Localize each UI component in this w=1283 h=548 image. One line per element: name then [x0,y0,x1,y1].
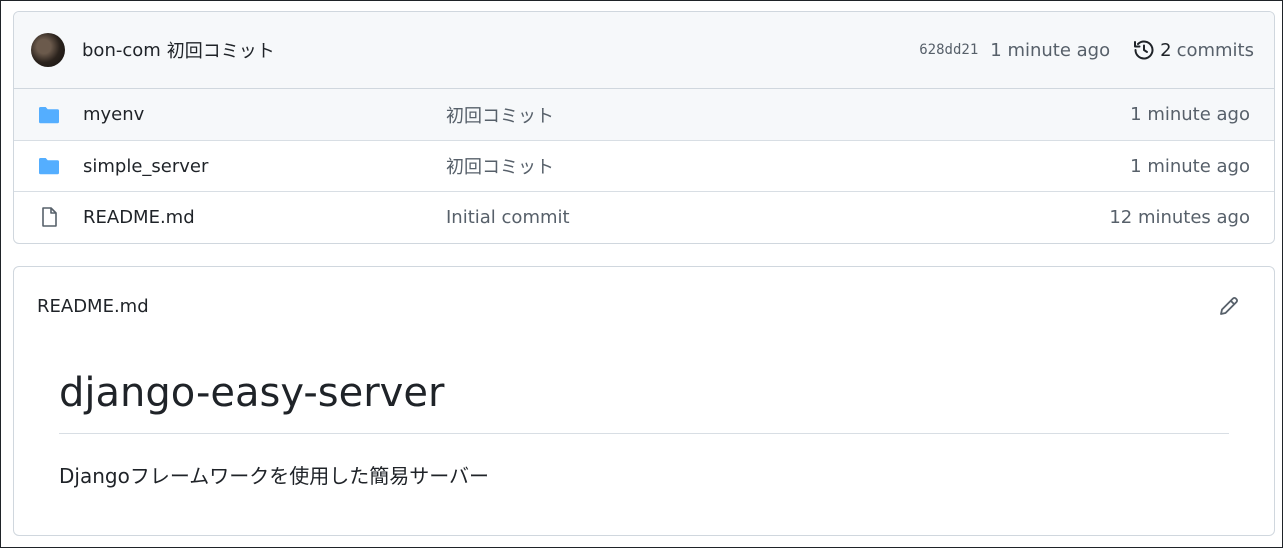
readme-panel: README.md django-easy-server Djangoフレームワ… [13,266,1275,536]
file-row[interactable]: README.md Initial commit 12 minutes ago [14,191,1274,242]
file-name-link[interactable]: README.md [83,207,195,228]
file-name-link[interactable]: myenv [83,104,144,125]
readme-header: README.md [14,267,1274,345]
folder-icon [39,106,59,123]
file-time: 12 minutes ago [1109,206,1250,228]
commits-history-link[interactable]: 2 commits [1132,38,1254,62]
history-icon [1134,40,1154,60]
file-row[interactable]: simple_server 初回コミット 1 minute ago [14,140,1274,191]
file-commit-message-link[interactable]: Initial commit [446,207,570,228]
file-commit-message-link[interactable]: 初回コミット [446,153,554,179]
file-name-link[interactable]: simple_server [83,156,208,177]
pencil-icon[interactable] [1217,294,1241,318]
readme-filename: README.md [37,295,149,317]
avatar[interactable] [31,33,65,67]
file-time: 1 minute ago [1130,104,1250,125]
file-commit-message-link[interactable]: 初回コミット [446,102,554,128]
file-browser: bon-com 初回コミット 628dd21 1 minute ago 2 co… [13,11,1275,244]
readme-description: Djangoフレームワークを使用した簡易サーバー [59,464,490,488]
latest-commit-bar: bon-com 初回コミット 628dd21 1 minute ago 2 co… [14,12,1274,89]
commits-count: 2 [1160,39,1172,61]
readme-content: django-easy-server Djangoフレームワークを使用した簡易サ… [14,345,1274,489]
commit-sha-link[interactable]: 628dd21 [919,42,978,58]
readme-title: django-easy-server [59,367,1229,434]
file-time: 1 minute ago [1130,155,1250,177]
file-row[interactable]: myenv 初回コミット 1 minute ago [14,89,1274,140]
commits-label: commits [1176,39,1254,61]
commit-author-link[interactable]: bon-com [82,40,161,61]
folder-icon [39,158,59,175]
file-icon [42,207,57,227]
commit-time: 1 minute ago [990,39,1111,61]
commit-message-link[interactable]: 初回コミット [167,37,275,63]
